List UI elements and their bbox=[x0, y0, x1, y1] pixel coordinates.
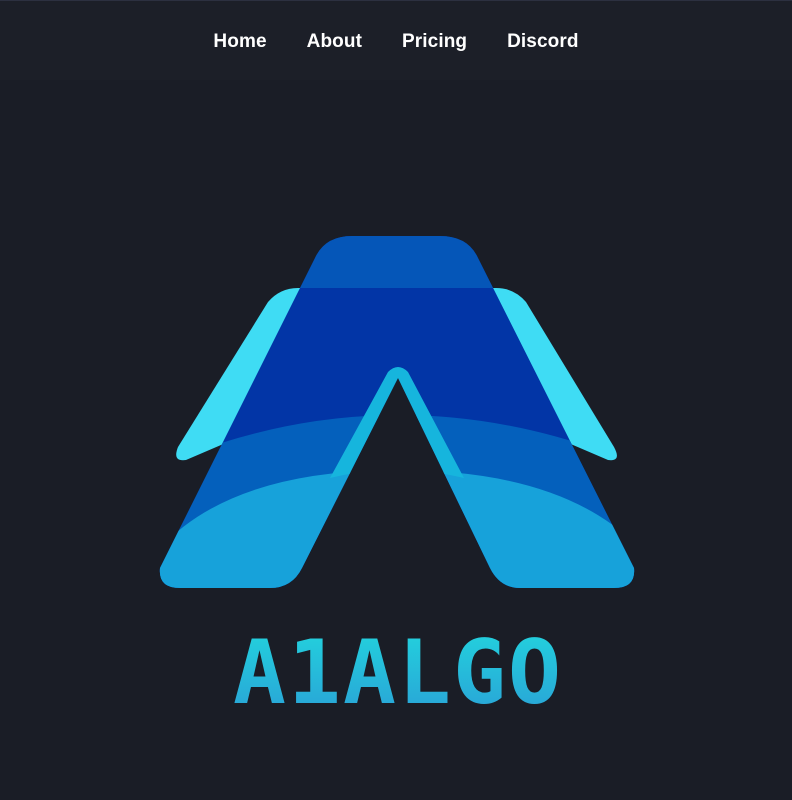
a1algo-logo: A1ALGO bbox=[159, 236, 635, 724]
nav-link-discord[interactable]: Discord bbox=[507, 31, 578, 53]
brand-wordmark: A1ALGO bbox=[233, 621, 563, 724]
top-navigation: Home About Pricing Discord bbox=[0, 0, 792, 80]
hero-section: A1ALGO bbox=[0, 80, 792, 800]
nav-link-home[interactable]: Home bbox=[213, 31, 266, 53]
nav-link-about[interactable]: About bbox=[307, 31, 362, 53]
nav-link-pricing[interactable]: Pricing bbox=[402, 31, 467, 53]
nav-links: Home About Pricing Discord bbox=[0, 31, 792, 53]
